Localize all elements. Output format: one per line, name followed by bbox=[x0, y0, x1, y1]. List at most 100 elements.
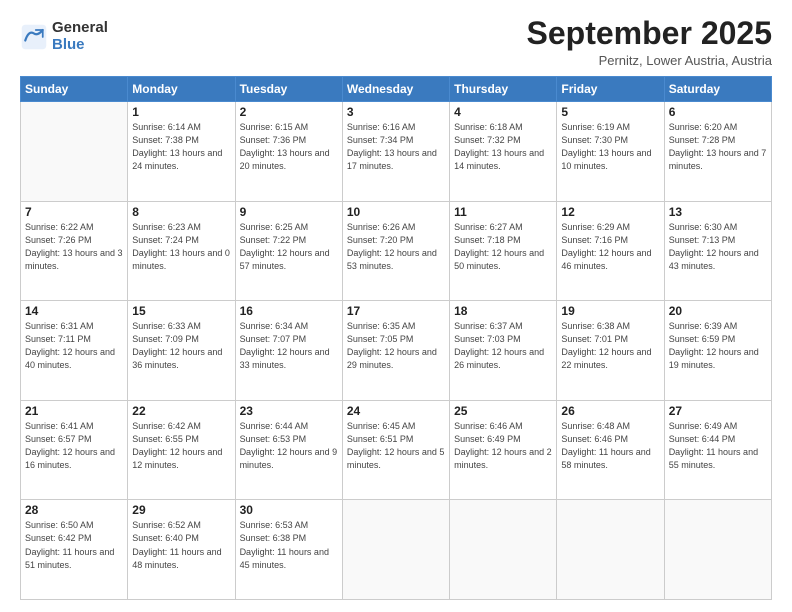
day-number: 26 bbox=[561, 404, 659, 418]
day-number: 19 bbox=[561, 304, 659, 318]
calendar-cell bbox=[557, 500, 664, 600]
day-info: Sunrise: 6:48 AM Sunset: 6:46 PM Dayligh… bbox=[561, 420, 659, 472]
day-info: Sunrise: 6:46 AM Sunset: 6:49 PM Dayligh… bbox=[454, 420, 552, 472]
calendar-cell bbox=[342, 500, 449, 600]
day-info: Sunrise: 6:16 AM Sunset: 7:34 PM Dayligh… bbox=[347, 121, 445, 173]
calendar-cell: 21 Sunrise: 6:41 AM Sunset: 6:57 PM Dayli… bbox=[21, 400, 128, 500]
day-number: 5 bbox=[561, 105, 659, 119]
day-number: 1 bbox=[132, 105, 230, 119]
day-info: Sunrise: 6:52 AM Sunset: 6:40 PM Dayligh… bbox=[132, 519, 230, 571]
calendar-cell: 7 Sunrise: 6:22 AM Sunset: 7:26 PM Daylig… bbox=[21, 201, 128, 301]
calendar-cell: 15 Sunrise: 6:33 AM Sunset: 7:09 PM Dayli… bbox=[128, 301, 235, 401]
day-info: Sunrise: 6:42 AM Sunset: 6:55 PM Dayligh… bbox=[132, 420, 230, 472]
calendar-cell: 23 Sunrise: 6:44 AM Sunset: 6:53 PM Dayli… bbox=[235, 400, 342, 500]
calendar-cell: 12 Sunrise: 6:29 AM Sunset: 7:16 PM Dayli… bbox=[557, 201, 664, 301]
day-number: 24 bbox=[347, 404, 445, 418]
day-number: 9 bbox=[240, 205, 338, 219]
calendar-table: SundayMondayTuesdayWednesdayThursdayFrid… bbox=[20, 76, 772, 600]
day-number: 3 bbox=[347, 105, 445, 119]
month-title: September 2025 bbox=[527, 16, 772, 51]
day-number: 30 bbox=[240, 503, 338, 517]
day-info: Sunrise: 6:18 AM Sunset: 7:32 PM Dayligh… bbox=[454, 121, 552, 173]
calendar-cell: 6Sunrise: 6:20 AM Sunset: 7:28 PM Daylig… bbox=[664, 102, 771, 202]
day-info: Sunrise: 6:53 AM Sunset: 6:38 PM Dayligh… bbox=[240, 519, 338, 571]
location-subtitle: Pernitz, Lower Austria, Austria bbox=[527, 53, 772, 68]
day-info: Sunrise: 6:38 AM Sunset: 7:01 PM Dayligh… bbox=[561, 320, 659, 372]
calendar-cell: 18 Sunrise: 6:37 AM Sunset: 7:03 PM Dayli… bbox=[450, 301, 557, 401]
day-header-monday: Monday bbox=[128, 77, 235, 102]
calendar-cell: 24 Sunrise: 6:45 AM Sunset: 6:51 PM Dayli… bbox=[342, 400, 449, 500]
calendar-cell: 11 Sunrise: 6:27 AM Sunset: 7:18 PM Dayli… bbox=[450, 201, 557, 301]
day-info: Sunrise: 6:33 AM Sunset: 7:09 PM Dayligh… bbox=[132, 320, 230, 372]
day-number: 15 bbox=[132, 304, 230, 318]
day-info: Sunrise: 6:35 AM Sunset: 7:05 PM Dayligh… bbox=[347, 320, 445, 372]
calendar-cell: 20 Sunrise: 6:39 AM Sunset: 6:59 PM Dayli… bbox=[664, 301, 771, 401]
calendar-cell: 8 Sunrise: 6:23 AM Sunset: 7:24 PM Daylig… bbox=[128, 201, 235, 301]
calendar-cell bbox=[664, 500, 771, 600]
day-number: 2 bbox=[240, 105, 338, 119]
day-info: Sunrise: 6:44 AM Sunset: 6:53 PM Dayligh… bbox=[240, 420, 338, 472]
calendar-cell: 30 Sunrise: 6:53 AM Sunset: 6:38 PM Dayli… bbox=[235, 500, 342, 600]
day-info: Sunrise: 6:34 AM Sunset: 7:07 PM Dayligh… bbox=[240, 320, 338, 372]
day-info: Sunrise: 6:39 AM Sunset: 6:59 PM Dayligh… bbox=[669, 320, 767, 372]
calendar-cell: 13 Sunrise: 6:30 AM Sunset: 7:13 PM Dayli… bbox=[664, 201, 771, 301]
calendar-cell: 3 Sunrise: 6:16 AM Sunset: 7:34 PM Daylig… bbox=[342, 102, 449, 202]
day-info: Sunrise: 6:29 AM Sunset: 7:16 PM Dayligh… bbox=[561, 221, 659, 273]
day-info: Sunrise: 6:31 AM Sunset: 7:11 PM Dayligh… bbox=[25, 320, 123, 372]
day-info: Sunrise: 6:15 AM Sunset: 7:36 PM Dayligh… bbox=[240, 121, 338, 173]
calendar-cell: 2 Sunrise: 6:15 AM Sunset: 7:36 PM Daylig… bbox=[235, 102, 342, 202]
day-number: 14 bbox=[25, 304, 123, 318]
day-info: Sunrise: 6:25 AM Sunset: 7:22 PM Dayligh… bbox=[240, 221, 338, 273]
calendar-cell: 17 Sunrise: 6:35 AM Sunset: 7:05 PM Dayli… bbox=[342, 301, 449, 401]
logo: General Blue bbox=[20, 20, 108, 53]
day-info: Sunrise: 6:50 AM Sunset: 6:42 PM Dayligh… bbox=[25, 519, 123, 571]
calendar-cell: 29 Sunrise: 6:52 AM Sunset: 6:40 PM Dayli… bbox=[128, 500, 235, 600]
day-number: 4 bbox=[454, 105, 552, 119]
day-info: Sunrise: 6:49 AM Sunset: 6:44 PM Dayligh… bbox=[669, 420, 767, 472]
day-number: 16 bbox=[240, 304, 338, 318]
day-number: 23 bbox=[240, 404, 338, 418]
calendar-cell: 16 Sunrise: 6:34 AM Sunset: 7:07 PM Dayli… bbox=[235, 301, 342, 401]
logo-line2: Blue bbox=[52, 37, 108, 54]
day-number: 17 bbox=[347, 304, 445, 318]
day-number: 6 bbox=[669, 105, 767, 119]
day-header-sunday: Sunday bbox=[21, 77, 128, 102]
day-number: 21 bbox=[25, 404, 123, 418]
day-number: 20 bbox=[669, 304, 767, 318]
day-info: Sunrise: 6:45 AM Sunset: 6:51 PM Dayligh… bbox=[347, 420, 445, 472]
logo-line1: General bbox=[52, 20, 108, 37]
day-number: 29 bbox=[132, 503, 230, 517]
day-info: Sunrise: 6:37 AM Sunset: 7:03 PM Dayligh… bbox=[454, 320, 552, 372]
day-header-wednesday: Wednesday bbox=[342, 77, 449, 102]
calendar-cell bbox=[21, 102, 128, 202]
day-number: 12 bbox=[561, 205, 659, 219]
day-header-saturday: Saturday bbox=[664, 77, 771, 102]
calendar-cell: 10 Sunrise: 6:26 AM Sunset: 7:20 PM Dayli… bbox=[342, 201, 449, 301]
day-number: 18 bbox=[454, 304, 552, 318]
day-info: Sunrise: 6:22 AM Sunset: 7:26 PM Dayligh… bbox=[25, 221, 123, 273]
calendar-cell: 9 Sunrise: 6:25 AM Sunset: 7:22 PM Daylig… bbox=[235, 201, 342, 301]
calendar-cell: 5 Sunrise: 6:19 AM Sunset: 7:30 PM Daylig… bbox=[557, 102, 664, 202]
calendar-cell: 25Sunrise: 6:46 AM Sunset: 6:49 PM Dayli… bbox=[450, 400, 557, 500]
day-info: Sunrise: 6:30 AM Sunset: 7:13 PM Dayligh… bbox=[669, 221, 767, 273]
day-number: 7 bbox=[25, 205, 123, 219]
calendar-cell: 26 Sunrise: 6:48 AM Sunset: 6:46 PM Dayli… bbox=[557, 400, 664, 500]
day-info: Sunrise: 6:27 AM Sunset: 7:18 PM Dayligh… bbox=[454, 221, 552, 273]
calendar-cell: 27Sunrise: 6:49 AM Sunset: 6:44 PM Dayli… bbox=[664, 400, 771, 500]
day-info: Sunrise: 6:14 AM Sunset: 7:38 PM Dayligh… bbox=[132, 121, 230, 173]
day-info: Sunrise: 6:26 AM Sunset: 7:20 PM Dayligh… bbox=[347, 221, 445, 273]
day-number: 13 bbox=[669, 205, 767, 219]
day-number: 28 bbox=[25, 503, 123, 517]
day-header-friday: Friday bbox=[557, 77, 664, 102]
day-number: 11 bbox=[454, 205, 552, 219]
day-number: 10 bbox=[347, 205, 445, 219]
calendar-cell: 19 Sunrise: 6:38 AM Sunset: 7:01 PM Dayli… bbox=[557, 301, 664, 401]
calendar-cell bbox=[450, 500, 557, 600]
calendar-cell: 1 Sunrise: 6:14 AM Sunset: 7:38 PM Daylig… bbox=[128, 102, 235, 202]
calendar-cell: 22 Sunrise: 6:42 AM Sunset: 6:55 PM Dayli… bbox=[128, 400, 235, 500]
day-number: 22 bbox=[132, 404, 230, 418]
day-number: 8 bbox=[132, 205, 230, 219]
day-info: Sunrise: 6:23 AM Sunset: 7:24 PM Dayligh… bbox=[132, 221, 230, 273]
day-info: Sunrise: 6:19 AM Sunset: 7:30 PM Dayligh… bbox=[561, 121, 659, 173]
day-info: Sunrise: 6:41 AM Sunset: 6:57 PM Dayligh… bbox=[25, 420, 123, 472]
